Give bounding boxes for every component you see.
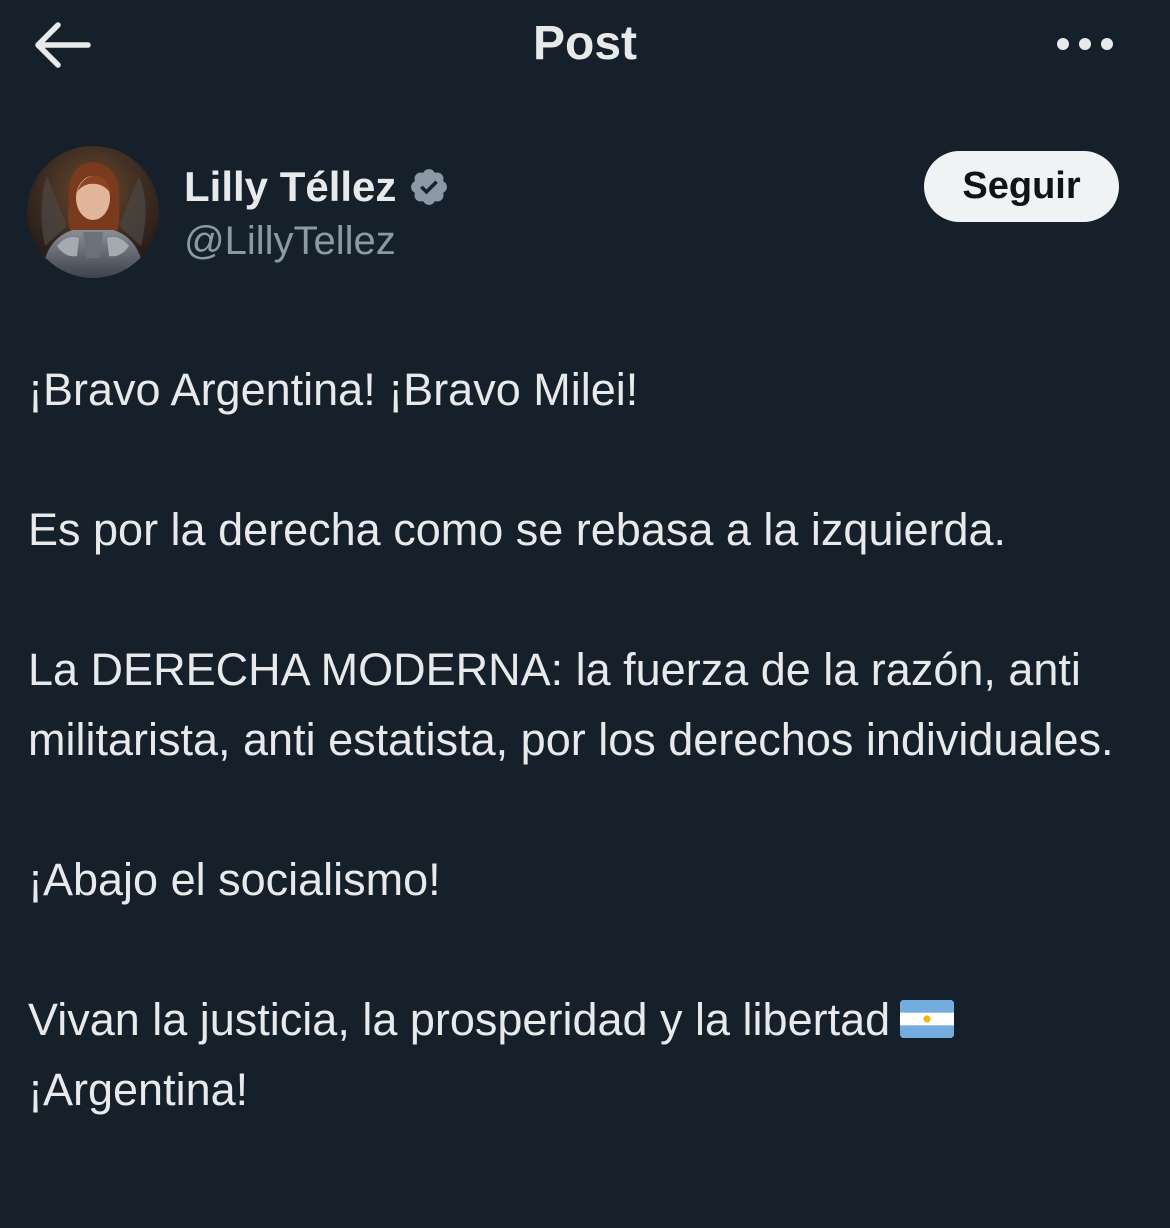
post-paragraph: Es por la derecha como se rebasa a la iz… xyxy=(28,504,1007,555)
post-paragraph: ¡Bravo Argentina! ¡Bravo Milei! xyxy=(28,364,639,415)
verified-badge-icon[interactable] xyxy=(408,166,450,208)
more-horizontal-icon xyxy=(1057,38,1113,50)
post-paragraph: ¡Abajo el socialismo! xyxy=(28,854,441,905)
page-title: Post xyxy=(532,17,637,70)
author-handle[interactable]: @LillyTellez xyxy=(184,216,396,266)
post-line: ¡Argentina! xyxy=(28,1064,249,1115)
top-bar: Post xyxy=(0,0,1170,90)
author-name-row: Lilly Téllez xyxy=(184,160,450,214)
more-options-button[interactable] xyxy=(1052,26,1118,62)
avatar[interactable] xyxy=(27,146,159,278)
argentina-flag-icon xyxy=(900,1000,955,1039)
follow-button[interactable]: Seguir xyxy=(924,151,1119,222)
post-paragraph-last: Vivan la justicia, la prosperidad y la l… xyxy=(28,985,1138,1125)
post-text: ¡Bravo Argentina! ¡Bravo Milei! Es por l… xyxy=(28,355,1138,1125)
author-display-name[interactable]: Lilly Téllez xyxy=(184,160,396,214)
post-paragraph: La DERECHA MODERNA: la fuerza de la razó… xyxy=(28,644,1114,765)
post-line: Vivan la justicia, la prosperidad y la l… xyxy=(28,994,891,1045)
